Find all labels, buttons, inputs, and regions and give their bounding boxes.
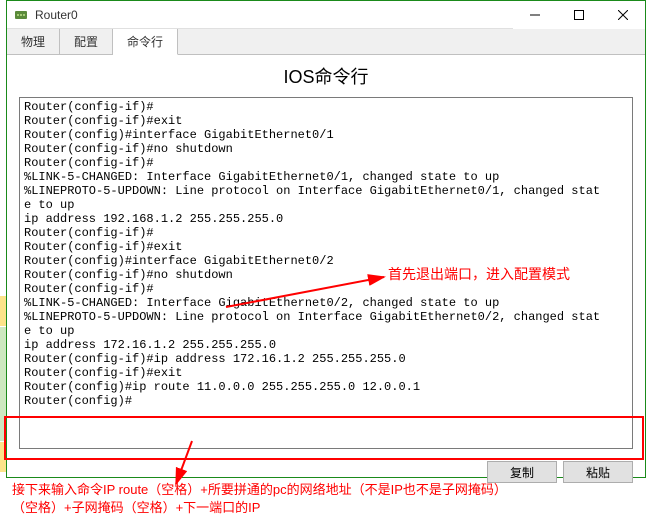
maximize-icon: [574, 10, 584, 20]
cli-line: ip address 172.16.1.2 255.255.255.0: [24, 338, 628, 352]
cli-line: Router(config)#ip route 11.0.0.0 255.255…: [24, 380, 628, 394]
titlebar[interactable]: Router0: [7, 1, 645, 29]
app-window: Router0 物理 配置 命令行 IOS命令行 Router(config-i…: [6, 0, 646, 478]
cli-line: Router(config-if)#no shutdown: [24, 142, 628, 156]
cli-line: ip address 192.168.1.2 255.255.255.0: [24, 212, 628, 226]
cli-line: Router(config-if)#: [24, 282, 628, 296]
minimize-button[interactable]: [513, 1, 557, 29]
cli-line: Router(config-if)#exit: [24, 366, 628, 380]
cli-line: Router(config-if)#ip address 172.16.1.2 …: [24, 352, 628, 366]
cli-line: Router(config-if)#: [24, 156, 628, 170]
cli-line: e to up: [24, 198, 628, 212]
cli-line: %LINK-5-CHANGED: Interface GigabitEthern…: [24, 296, 628, 310]
close-icon: [618, 10, 628, 20]
cli-line: %LINEPROTO-5-UPDOWN: Line protocol on In…: [24, 184, 628, 198]
paste-button[interactable]: 粘贴: [563, 461, 633, 483]
copy-button[interactable]: 复制: [487, 461, 557, 483]
close-button[interactable]: [601, 1, 645, 29]
minimize-icon: [530, 10, 540, 20]
panel-title: IOS命令行: [7, 55, 645, 97]
cli-line: Router(config)#interface GigabitEthernet…: [24, 128, 628, 142]
window-title: Router0: [35, 8, 513, 22]
cli-line: %LINEPROTO-5-UPDOWN: Line protocol on In…: [24, 310, 628, 324]
tab-bar: 物理 配置 命令行: [7, 29, 645, 55]
cli-line: Router(config-if)#exit: [24, 114, 628, 128]
window-controls: [513, 1, 645, 29]
tab-physical[interactable]: 物理: [7, 29, 60, 54]
annotation-text-1: 首先退出端口，进入配置模式: [388, 264, 570, 284]
cli-line: Router(config-if)#: [24, 226, 628, 240]
tab-config[interactable]: 配置: [60, 29, 113, 54]
annotation-text-2: 接下来输入命令IP route（空格）+所要拼通的pc的网络地址（不是IP也不是…: [12, 481, 507, 517]
cli-line: %LINK-5-CHANGED: Interface GigabitEthern…: [24, 170, 628, 184]
tab-cli[interactable]: 命令行: [113, 29, 178, 55]
cli-line: e to up: [24, 324, 628, 338]
cli-line: Router(config-if)#: [24, 100, 628, 114]
annotation-text-2b: （空格）+子网掩码（空格）+下一端口的IP: [12, 499, 507, 517]
maximize-button[interactable]: [557, 1, 601, 29]
cli-line: Router(config)#: [24, 394, 628, 408]
annotation-text-2a: 接下来输入命令IP route（空格）+所要拼通的pc的网络地址（不是IP也不是…: [12, 481, 507, 499]
cli-line: Router(config-if)#exit: [24, 240, 628, 254]
app-icon: [13, 7, 29, 23]
